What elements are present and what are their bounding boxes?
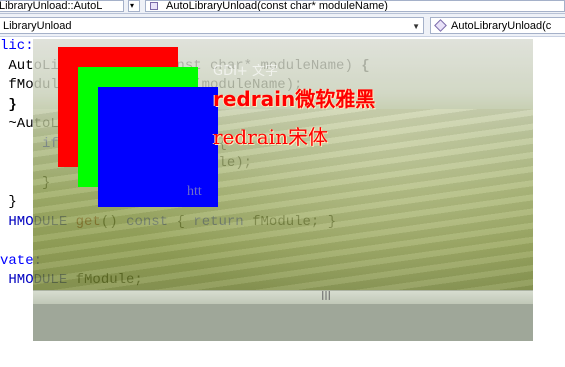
method-dropdown-value: AutoLibraryUnload(c	[451, 20, 552, 32]
ghost-text: GDI+ 文字	[213, 64, 278, 79]
horizontal-scrollbar[interactable]	[33, 290, 533, 304]
class-dropdown-value: LibraryUnload	[3, 20, 72, 32]
navigation-bar: LibraryUnload ▼ AutoLibraryUnload(c	[0, 14, 565, 37]
chevron-down-icon: ▼	[412, 22, 420, 31]
code-token: }	[0, 194, 17, 210]
type-dropdown-button[interactable]: ▾	[128, 0, 140, 12]
code-token: lic:	[0, 38, 34, 54]
songti-font-label: redrain宋体	[213, 125, 328, 149]
method-icon	[434, 19, 447, 32]
type-dropdown[interactable]: LibraryUnload::AutoL	[0, 0, 124, 12]
blue-square: htt	[98, 87, 218, 207]
class-dropdown[interactable]: LibraryUnload ▼	[0, 17, 424, 34]
signature-dropdown-value: AutoLibraryUnload(const char* moduleName…	[166, 0, 388, 12]
blue-square-text: htt	[187, 184, 202, 199]
yahei-font-label: redrain微软雅黑	[213, 87, 376, 111]
scrollbar-grip-icon[interactable]: |||	[319, 290, 333, 303]
signature-dropdown[interactable]: AutoLibraryUnload(const char* moduleName…	[145, 0, 565, 12]
chevron-down-icon: ▾	[130, 1, 135, 10]
editor-toolbar: LibraryUnload::AutoL ▾ AutoLibraryUnload…	[0, 0, 565, 14]
code-token: }	[0, 96, 17, 113]
type-dropdown-value: LibraryUnload::AutoL	[0, 0, 103, 12]
method-icon	[150, 2, 158, 10]
method-dropdown[interactable]: AutoLibraryUnload(c	[430, 17, 565, 34]
